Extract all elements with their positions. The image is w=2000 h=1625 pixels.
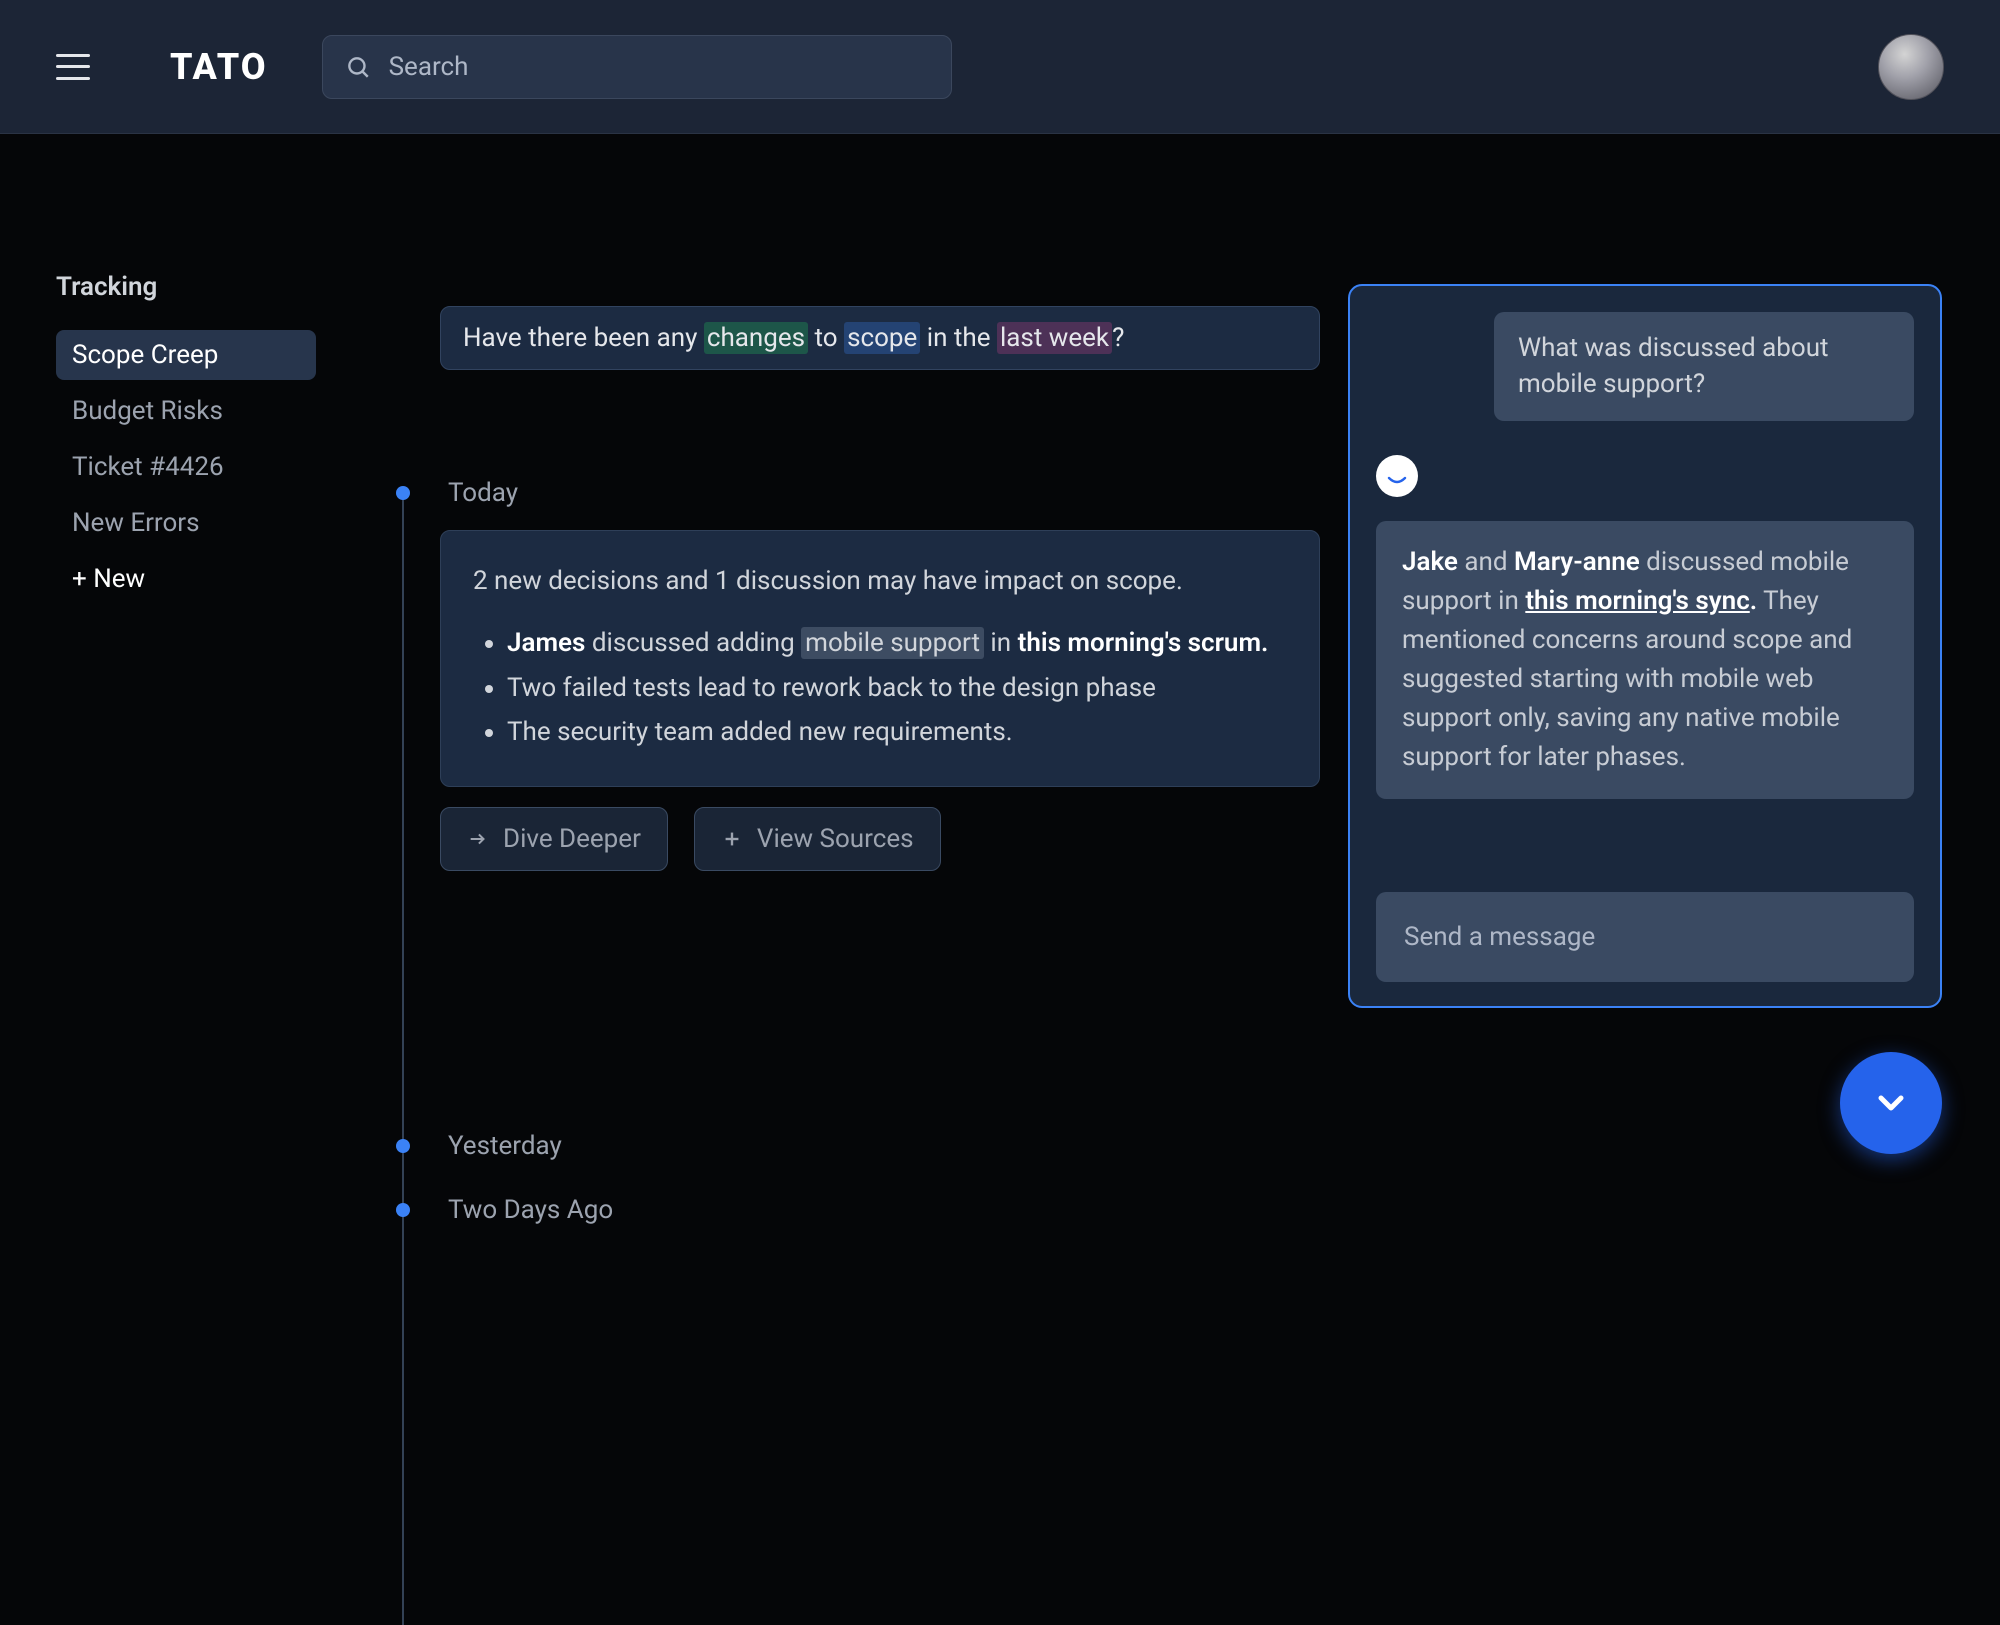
arrow-right-icon: [467, 828, 489, 850]
search-icon: [345, 54, 371, 80]
plus-icon: [721, 828, 743, 850]
sidebar-item-scope-creep[interactable]: Scope Creep: [56, 330, 316, 380]
chat-user-message: What was discussed about mobile support?: [1494, 312, 1914, 421]
sidebar-item-ticket-4426[interactable]: Ticket #4426: [56, 442, 316, 492]
dive-deeper-button[interactable]: Dive Deeper: [440, 807, 668, 871]
bot-avatar-icon: [1376, 455, 1418, 497]
query-highlight-scope: scope: [844, 322, 920, 354]
today-summary: 2 new decisions and 1 discussion may hav…: [473, 561, 1287, 601]
query-box[interactable]: Have there been any changes to scope in …: [440, 306, 1320, 370]
query-highlight-lastweek: last week: [997, 322, 1112, 354]
query-text: Have there been any: [463, 323, 704, 353]
sidebar-item-budget-risks[interactable]: Budget Risks: [56, 386, 316, 436]
search-input[interactable]: Search: [322, 35, 952, 99]
app-logo: TATO: [170, 46, 268, 88]
search-placeholder: Search: [389, 52, 469, 82]
timeline-label-yesterday: Yesterday: [448, 1131, 1416, 1161]
timeline-yesterday[interactable]: Yesterday: [396, 1131, 1416, 1161]
timeline: Today 2 new decisions and 1 discussion m…: [396, 478, 1416, 1225]
chat-input-placeholder: Send a message: [1404, 922, 1595, 952]
chat-toggle-button[interactable]: [1840, 1052, 1942, 1154]
timeline-dot-icon: [396, 486, 410, 500]
timeline-dot-icon: [396, 1203, 410, 1217]
sidebar-new-button[interactable]: + New: [56, 554, 316, 604]
avatar[interactable]: [1878, 34, 1944, 100]
today-card: 2 new decisions and 1 discussion may hav…: [440, 530, 1320, 787]
mobile-support-highlight[interactable]: mobile support: [801, 627, 984, 659]
sidebar-title: Tracking: [56, 272, 316, 302]
timeline-label-two-days-ago: Two Days Ago: [448, 1195, 1416, 1225]
chevron-down-icon: [1871, 1083, 1911, 1123]
menu-icon[interactable]: [56, 54, 90, 80]
main-content: Have there been any changes to scope in …: [396, 306, 1416, 1259]
today-bullet-1: James discussed adding mobile support in…: [507, 623, 1287, 663]
timeline-today: Today 2 new decisions and 1 discussion m…: [396, 478, 1416, 871]
view-sources-button[interactable]: View Sources: [694, 807, 941, 871]
chat-panel: What was discussed about mobile support?…: [1348, 284, 1942, 1008]
today-bullet-3: The security team added new requirements…: [507, 712, 1287, 752]
query-highlight-changes: changes: [704, 322, 808, 354]
sidebar: Tracking Scope Creep Budget Risks Ticket…: [56, 272, 316, 604]
sidebar-item-new-errors[interactable]: New Errors: [56, 498, 316, 548]
timeline-dot-icon: [396, 1139, 410, 1153]
today-bullet-2: Two failed tests lead to rework back to …: [507, 668, 1287, 708]
timeline-two-days-ago[interactable]: Two Days Ago: [396, 1195, 1416, 1225]
sync-link[interactable]: this morning's sync: [1525, 586, 1749, 616]
timeline-label-today: Today: [448, 478, 1416, 508]
chat-bot-message: Jake and Mary-anne discussed mobile supp…: [1376, 521, 1914, 799]
chat-input[interactable]: Send a message: [1376, 892, 1914, 982]
